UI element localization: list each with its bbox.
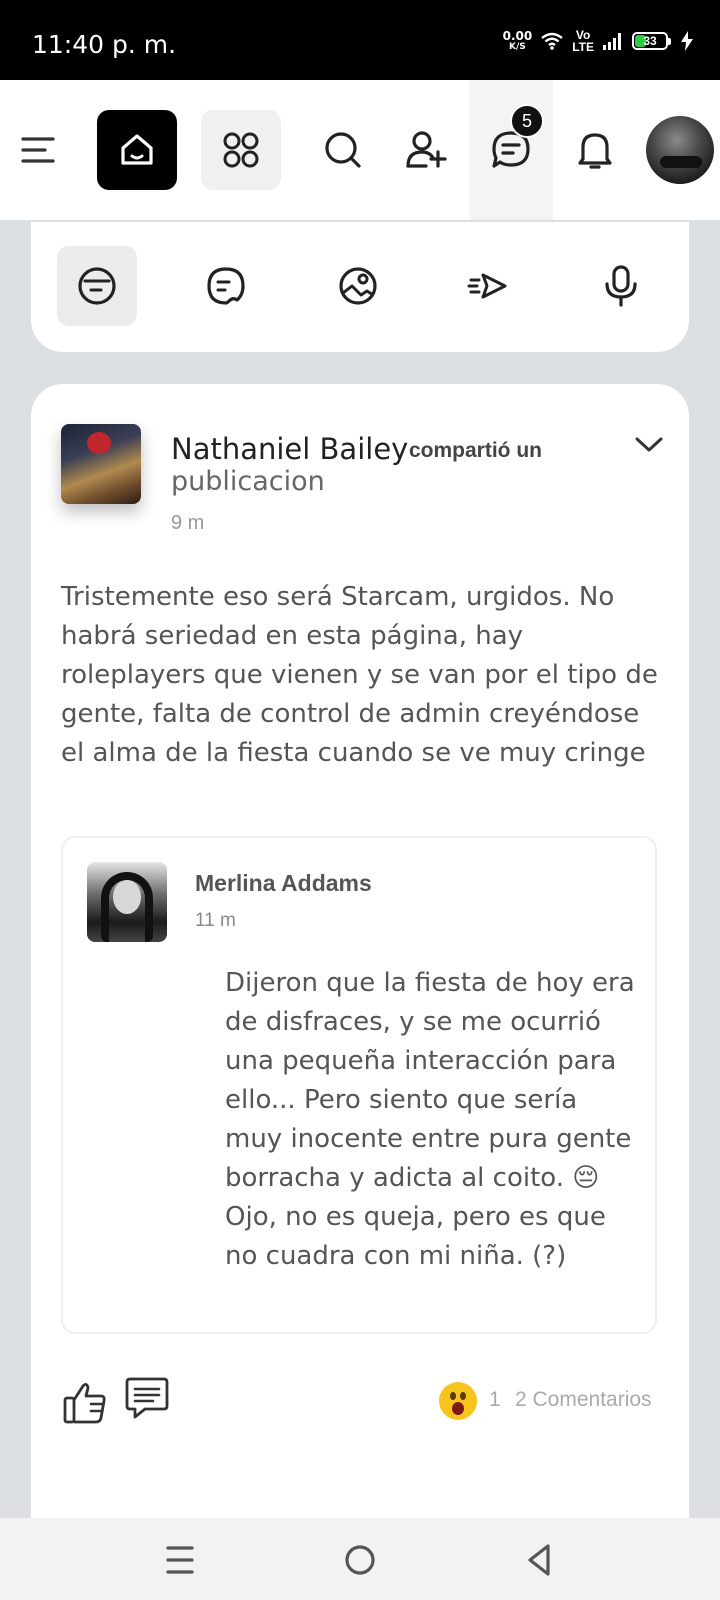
chevron-down-icon <box>635 437 663 452</box>
top-navigation: 5 <box>0 80 720 220</box>
charging-icon <box>681 31 693 51</box>
post-options-button[interactable] <box>634 434 664 454</box>
voice-post-button[interactable] <box>581 246 661 326</box>
shared-author-avatar[interactable] <box>87 862 167 942</box>
author-name[interactable]: Nathaniel Bailey <box>171 432 408 466</box>
search-icon <box>325 132 361 168</box>
post-time: 9 m <box>171 512 205 534</box>
shared-post[interactable]: Merlina Addams 11 m Dijeron que la fiest… <box>61 836 657 1334</box>
comment-button[interactable] <box>123 1376 171 1422</box>
apps-button[interactable] <box>201 110 281 190</box>
system-navigation <box>0 1518 720 1600</box>
author-avatar[interactable] <box>61 424 141 504</box>
comment-icon <box>125 1377 169 1419</box>
profile-avatar[interactable] <box>646 116 714 184</box>
add-friend-icon <box>406 131 447 168</box>
shared-author-name[interactable]: Merlina Addams <box>195 870 372 897</box>
emoji-eye <box>460 1392 466 1400</box>
notifications-button[interactable] <box>560 110 630 190</box>
battery-percent: 33 <box>643 34 657 48</box>
emoji-mouth <box>452 1402 464 1415</box>
thumbs-up-icon <box>63 1383 106 1424</box>
post-card: Nathaniel Bailey compartió un publicacio… <box>31 384 689 1548</box>
photo-post-button[interactable] <box>318 246 398 326</box>
avatar-detail <box>87 432 111 454</box>
recents-button[interactable] <box>158 1538 202 1582</box>
apps-icon <box>223 132 259 168</box>
fast-post-icon <box>467 273 507 299</box>
home-circle-icon <box>345 1545 375 1575</box>
message-post-button[interactable] <box>186 246 266 326</box>
message-icon <box>207 267 245 305</box>
signal-icon <box>603 33 621 50</box>
back-button[interactable] <box>518 1538 562 1582</box>
mic-icon <box>605 265 637 307</box>
shared-action-object: publicacion <box>171 466 325 497</box>
battery-icon: 33 <box>632 32 671 50</box>
network-speed: 0.00 K/S <box>503 30 533 52</box>
post-actions: 1 2 Comentarios <box>31 1374 689 1434</box>
bell-icon <box>578 133 612 169</box>
volte-bottom: LTE <box>572 40 594 54</box>
wow-reaction-icon[interactable] <box>439 1382 477 1420</box>
avatar-detail <box>113 880 141 914</box>
shared-post-time: 11 m <box>195 910 236 931</box>
menu-icon <box>21 137 55 163</box>
network-speed-unit: K/S <box>509 42 526 52</box>
wifi-icon <box>541 32 563 50</box>
post-type-bar <box>31 222 689 352</box>
status-bar: 11:40 p. m. 0.00 K/S Vo LTE 33 <box>0 0 720 80</box>
back-icon <box>528 1544 550 1576</box>
shared-action-text: compartió un <box>409 439 543 462</box>
recents-icon <box>166 1546 194 1574</box>
post-body: Tristemente eso será Starcam, urgidos. N… <box>61 582 658 768</box>
home-icon <box>121 134 153 165</box>
home-nav-button[interactable] <box>338 1538 382 1582</box>
comments-count[interactable]: 2 Comentarios <box>515 1388 652 1412</box>
emoji-eye <box>450 1392 456 1400</box>
like-button[interactable] <box>61 1378 109 1426</box>
home-button[interactable] <box>97 110 177 190</box>
search-button[interactable] <box>308 110 378 190</box>
menu-button[interactable] <box>4 110 74 190</box>
chat-badge: 5 <box>510 104 544 138</box>
status-icon <box>78 267 116 305</box>
fast-post-button[interactable] <box>449 246 529 326</box>
shared-post-body: Dijeron que la fiesta de hoy era de disf… <box>225 968 635 1271</box>
network-speed-value: 0.00 <box>502 29 533 43</box>
status-button[interactable] <box>57 246 137 326</box>
reaction-count[interactable]: 1 <box>489 1388 501 1412</box>
volte-indicator: Vo LTE <box>572 29 594 53</box>
add-friend-button[interactable] <box>391 110 461 190</box>
status-time: 11:40 p. m. <box>32 30 177 59</box>
status-icons: 0.00 K/S Vo LTE 33 <box>503 24 694 58</box>
photo-icon <box>339 267 377 305</box>
